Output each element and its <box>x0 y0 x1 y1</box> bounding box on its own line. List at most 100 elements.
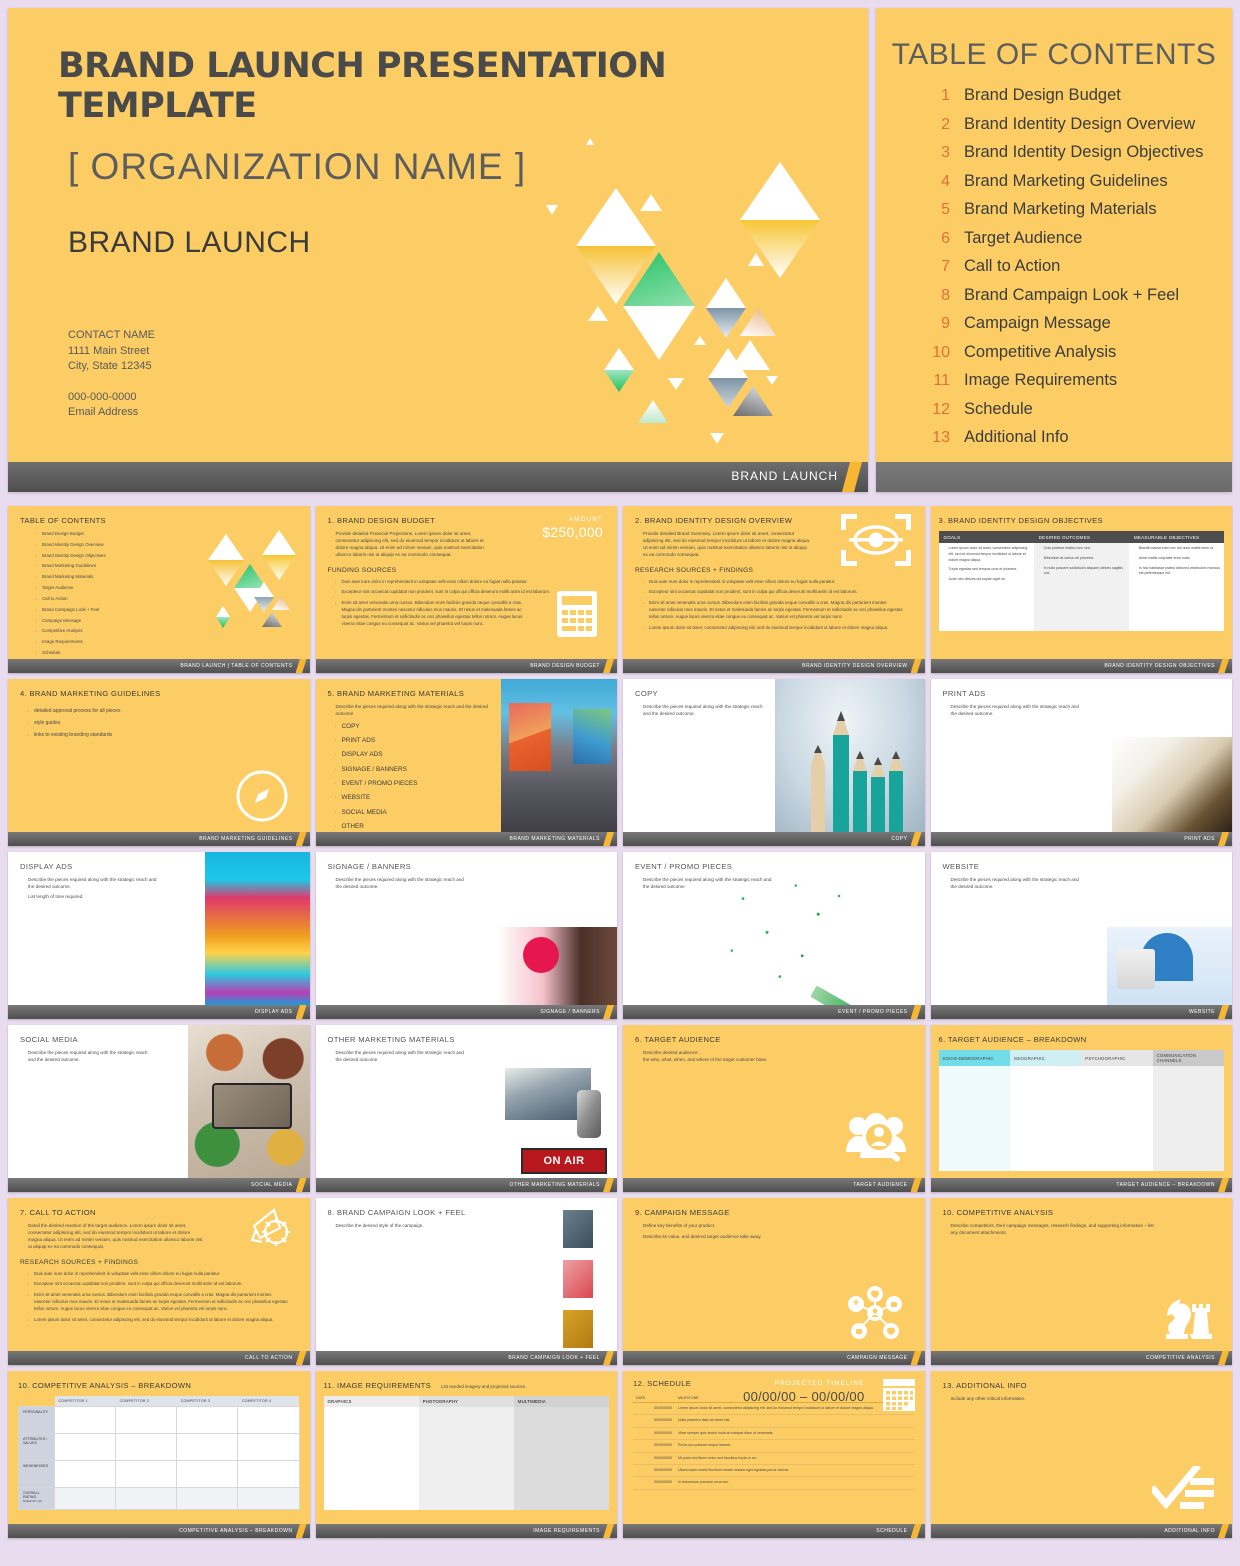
slide-body-text: Include any other critical information. <box>950 1396 1026 1401</box>
slide-body-text: Describe desired audience: the who, what… <box>643 1050 768 1062</box>
slide-brand-design-budget[interactable]: 1. BRAND DESIGN BUDGET AMOUNT $250,000 P… <box>315 506 617 673</box>
slide-image-requirements[interactable]: 11. IMAGE REQUIREMENTS List needed image… <box>315 1371 617 1538</box>
column-header: GRAPHICS <box>323 1396 419 1407</box>
title-slide[interactable]: BRAND LAUNCH PRESENTATION TEMPLATE [ ORG… <box>8 8 868 492</box>
slide-brand-marketing-materials[interactable]: 5. BRAND MARKETING MATERIALS Describe th… <box>315 679 617 846</box>
footer-label: TARGET AUDIENCE <box>853 1181 908 1188</box>
column-header: COMMUNICATION CHANNELS <box>1152 1050 1224 1066</box>
slide-footer-bar: SCHEDULE <box>623 1524 925 1538</box>
footer-label: BRAND LAUNCH <box>731 469 838 483</box>
schedule-date: 00/00/0000 <box>633 1476 675 1490</box>
chess-pieces-icon <box>1166 1299 1212 1339</box>
contact-name: CONTACT NAME <box>68 329 155 341</box>
slide-footer-bar: BRAND IDENTITY DESIGN OBJECTIVES <box>930 659 1232 673</box>
toc-entry[interactable]: 11 Image Requirements <box>916 371 1232 390</box>
toc-entry[interactable]: 1 Brand Design Budget <box>916 86 1232 105</box>
slide-competitive-analysis-breakdown[interactable]: 10. COMPETITIVE ANALYSIS – BREAKDOWN COM… <box>8 1371 310 1538</box>
slide-title: 10. COMPETITIVE ANALYSIS – BREAKDOWN <box>18 1381 192 1390</box>
table-cell <box>237 1433 300 1461</box>
column-header: GEOGRAPHIC <box>1009 1050 1082 1066</box>
toc-entry[interactable]: 3 Brand Identity Design Objectives <box>916 143 1232 162</box>
footer-label: BRAND DESIGN BUDGET <box>530 662 600 669</box>
slide-toc[interactable]: TABLE OF CONTENTS Brand Design Budget Br… <box>8 506 310 673</box>
footer-label: ADDITIONAL INFO <box>1164 1527 1215 1534</box>
slide-signage-banners[interactable]: SIGNAGE / BANNERS Describe the pieces re… <box>315 852 617 1019</box>
toc-entry[interactable]: 5 Brand Marketing Materials <box>916 200 1232 219</box>
toc-number: 11 <box>933 372 950 389</box>
slide-additional-info[interactable]: 13. ADDITIONAL INFO Include any other cr… <box>930 1371 1232 1538</box>
footer-label: TARGET AUDIENCE – BREAKDOWN <box>1116 1181 1215 1188</box>
slide-schedule[interactable]: 12. SCHEDULE PROJECTED TIMELINE 00/00/00… <box>623 1371 925 1538</box>
toc-label: Brand Marketing Materials <box>964 200 1157 218</box>
toc-number: 10 <box>932 343 950 361</box>
footer-slash-icon <box>910 659 922 673</box>
slide-brand-identity-objectives[interactable]: 3. BRAND IDENTITY DESIGN OBJECTIVES GOAL… <box>930 506 1232 673</box>
slide-print-ads[interactable]: PRINT ADS Describe the pieces required a… <box>930 679 1232 846</box>
toc-number: 4 <box>941 172 950 190</box>
color-swatch-3 <box>563 1310 593 1348</box>
slide-footer-bar: COMPETITIVE ANALYSIS – BREAKDOWN <box>8 1524 310 1538</box>
section-heading: RESEARCH SOURCES + FINDINGS <box>20 1258 139 1266</box>
slide-social-media[interactable]: SOCIAL MEDIA Describe the pieces require… <box>8 1025 310 1192</box>
slide-copy[interactable]: COPY Describe the pieces required along … <box>623 679 925 846</box>
slide-title: 4. BRAND MARKETING GUIDELINES <box>20 689 161 698</box>
toc-entry[interactable]: 13 Additional Info <box>916 428 1232 447</box>
eye-scan-icon <box>840 514 911 566</box>
toc-entry[interactable]: 6 Target Audience <box>916 229 1232 248</box>
bullet-item: Duis aute irure dolor in reprehenderit i… <box>335 578 606 589</box>
footer-label: BRAND MARKETING MATERIALS <box>509 835 600 842</box>
toc-entry[interactable]: 12 Schedule <box>916 400 1232 419</box>
footer-label: BRAND IDENTITY DESIGN OBJECTIVES <box>1104 662 1215 669</box>
slide-brand-campaign-look-feel[interactable]: 8. BRAND CAMPAIGN LOOK + FEEL Describe t… <box>315 1198 617 1365</box>
slide-call-to-action[interactable]: 7. CALL TO ACTION Detail the desired rea… <box>8 1198 310 1365</box>
slide-website[interactable]: WEBSITE Describe the pieces required alo… <box>930 852 1232 1019</box>
table-header-row: GRAPHICS PHOTOGRAPHY MULTIMEDIA <box>323 1396 609 1407</box>
material-item: EVENT / PROMO PIECES <box>335 779 496 788</box>
material-item: SOCIAL MEDIA <box>335 808 496 817</box>
toc-entry[interactable]: 9 Campaign Message <box>916 314 1232 333</box>
slide-footer-bar: IMAGE REQUIREMENTS <box>315 1524 617 1538</box>
slide-title: COPY <box>635 689 658 698</box>
schedule-milestone: Nulla pharetra diam sit amet nisl. <box>675 1414 915 1428</box>
table-cell <box>176 1406 239 1434</box>
slide-body-text: Describe competitors, their campaign mes… <box>950 1223 1154 1235</box>
slide-display-ads[interactable]: DISPLAY ADS Describe the pieces required… <box>8 852 310 1019</box>
slide-brand-marketing-guidelines[interactable]: 4. BRAND MARKETING GUIDELINES detailed a… <box>8 679 310 846</box>
slide-body-text-2: Describe its value, and desired target a… <box>643 1233 762 1239</box>
column-header: COMPETITOR 4 <box>237 1396 299 1407</box>
toc-entry[interactable]: 10 Competitive Analysis <box>916 343 1232 362</box>
table-row: 00/00/0000 Porta non pulvinar neque laor… <box>633 1439 915 1453</box>
bullet-item: In hac habitasse platea dictumst vestibu… <box>1134 565 1220 578</box>
color-swatch-1 <box>563 1210 593 1248</box>
toc-entry[interactable]: 7 Call to Action <box>916 257 1232 276</box>
toc-entry[interactable]: 8 Brand Campaign Look + Feel <box>916 286 1232 305</box>
footer-slash-icon <box>295 1351 307 1365</box>
bullet-item: Turpis egestas sed tempus urna et pharet… <box>943 566 1030 573</box>
toc-entry[interactable]: 2 Brand Identity Design Overview <box>916 115 1232 134</box>
amount-label: AMOUNT <box>568 516 603 523</box>
footer-slash-icon <box>1218 1524 1229 1538</box>
table-row: 00/00/0000 Lorem ipsum dolor sit amet, c… <box>633 1402 915 1416</box>
toc-entry[interactable]: 4 Brand Marketing Guidelines <box>916 172 1232 191</box>
column-header: MEASURABLE OBJECTIVES <box>1128 531 1224 543</box>
column-header: DATE <box>633 1394 675 1403</box>
table-of-contents-panel[interactable]: TABLE OF CONTENTS 1 Brand Design Budget 2… <box>876 8 1232 492</box>
slide-target-audience[interactable]: 6. TARGET AUDIENCE Describe desired audi… <box>623 1025 925 1192</box>
slide-event-promo-pieces[interactable]: EVENT / PROMO PIECES Describe the pieces… <box>623 852 925 1019</box>
slide-footer-bar: TARGET AUDIENCE – BREAKDOWN <box>930 1178 1232 1192</box>
table-row: OVERALL RATING SCALE OF 1-10 <box>18 1487 300 1510</box>
slide-competitive-analysis[interactable]: 10. COMPETITIVE ANALYSIS Describe compet… <box>930 1198 1232 1365</box>
slide-other-marketing-materials[interactable]: ON AIR OTHER MARKETING MATERIALS Describ… <box>315 1025 617 1192</box>
toc-list: 1 Brand Design Budget 2 Brand Identity Des… <box>876 86 1232 447</box>
slide-footer-bar: BRAND DESIGN BUDGET <box>315 659 617 673</box>
slide-body-text: Describe the pieces required along with … <box>335 877 464 889</box>
bullet-item: Enim sit amet venenatis urna cursus. Bib… <box>642 599 904 620</box>
column-header: SOCIO-DEMOGRAPHIC <box>938 1050 1010 1066</box>
slide-brand-identity-overview[interactable]: 2. BRAND IDENTITY DESIGN OVERVIEW Provid… <box>623 506 925 673</box>
bullet-item: style guides <box>27 719 298 730</box>
footer-slash-icon <box>603 832 614 846</box>
slide-target-audience-breakdown[interactable]: 6. TARGET AUDIENCE – BREAKDOWN SOCIO-DEM… <box>930 1025 1232 1192</box>
slide-row-5: 7. CALL TO ACTION Detail the desired rea… <box>8 1198 1232 1365</box>
slide-campaign-message[interactable]: 9. CAMPAIGN MESSAGE Define key benefits … <box>623 1198 925 1365</box>
slide-footer-bar: PRINT ADS <box>930 832 1232 846</box>
